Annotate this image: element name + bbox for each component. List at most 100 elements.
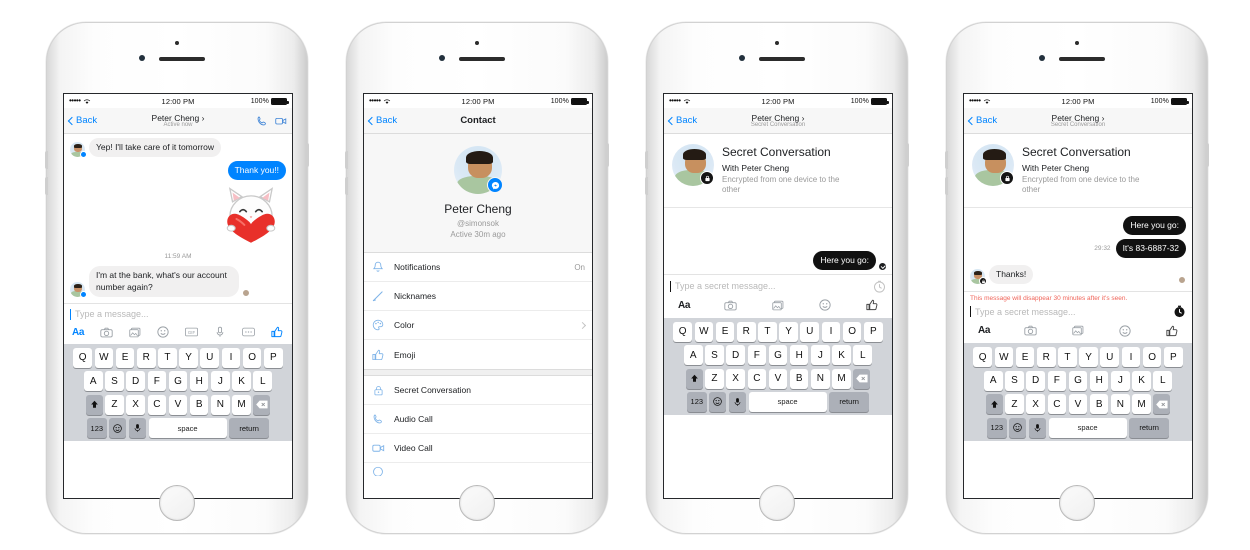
key-h[interactable]: H	[789, 345, 809, 366]
camera-icon[interactable]	[1024, 324, 1037, 337]
smiley-icon[interactable]	[818, 299, 831, 312]
key-j[interactable]: J	[1111, 370, 1130, 391]
message-input-placeholder[interactable]: Type a secret message...	[975, 307, 1169, 317]
camera-icon[interactable]	[724, 299, 737, 312]
key-s[interactable]: S	[1005, 370, 1024, 391]
timer-icon[interactable]	[873, 280, 886, 293]
back-button[interactable]: Back	[367, 115, 397, 126]
key-e[interactable]: E	[715, 321, 735, 342]
volume-up-button[interactable]	[645, 151, 648, 169]
key-a[interactable]: A	[683, 345, 703, 366]
key-p[interactable]: P	[864, 321, 883, 342]
dictation-key-icon[interactable]	[1029, 417, 1046, 438]
key-p[interactable]: P	[264, 347, 283, 368]
key-d[interactable]: D	[726, 345, 745, 366]
backspace-key[interactable]	[853, 368, 871, 389]
key-t[interactable]: T	[758, 321, 777, 342]
key-k[interactable]: K	[832, 345, 851, 366]
message-bubble[interactable]: Here you go:	[813, 250, 876, 270]
message-bubble[interactable]: Yep! I'll take care of it tomorrow	[89, 138, 221, 158]
numeric-key[interactable]: 123	[686, 391, 707, 412]
home-button[interactable]	[1059, 485, 1095, 521]
text-format-icon[interactable]: Aa	[978, 324, 990, 337]
key-i[interactable]: I	[1121, 347, 1141, 368]
menu-item-audio-call[interactable]: Audio Call	[364, 405, 592, 434]
key-u[interactable]: U	[1100, 347, 1120, 368]
key-i[interactable]: I	[821, 321, 841, 342]
photo-library-icon[interactable]	[128, 326, 141, 339]
key-i[interactable]: I	[221, 347, 241, 368]
text-format-icon[interactable]: Aa	[72, 326, 84, 339]
key-s[interactable]: S	[705, 345, 724, 366]
shift-key[interactable]	[985, 394, 1003, 415]
key-z[interactable]: Z	[1005, 394, 1024, 415]
thumbs-up-icon[interactable]	[271, 326, 284, 339]
key-x[interactable]: X	[1026, 394, 1045, 415]
message-input-placeholder[interactable]: Type a secret message...	[675, 281, 869, 291]
back-button[interactable]: Back	[967, 115, 997, 126]
microphone-icon[interactable]	[214, 326, 227, 339]
return-key[interactable]: return	[229, 418, 270, 439]
key-l[interactable]: L	[1153, 370, 1173, 391]
key-m[interactable]: M	[832, 368, 851, 389]
key-f[interactable]: F	[747, 345, 767, 366]
key-w[interactable]: W	[994, 347, 1014, 368]
key-j[interactable]: J	[211, 371, 230, 392]
key-w[interactable]: W	[694, 321, 714, 342]
backspace-key[interactable]	[1153, 394, 1171, 415]
key-c[interactable]: C	[147, 394, 167, 415]
key-a[interactable]: A	[83, 371, 103, 392]
avatar[interactable]	[454, 146, 503, 194]
key-r[interactable]: R	[1036, 347, 1056, 368]
power-button[interactable]	[906, 143, 909, 167]
smiley-icon[interactable]	[1118, 324, 1131, 337]
key-b[interactable]: B	[189, 394, 209, 415]
key-f[interactable]: F	[1047, 370, 1067, 391]
return-key[interactable]: return	[829, 391, 870, 412]
thumbs-up-icon[interactable]	[865, 299, 878, 312]
volume-up-button[interactable]	[945, 151, 948, 169]
message-input-row[interactable]: Type a secret message...	[964, 303, 1192, 322]
key-e[interactable]: E	[1015, 347, 1035, 368]
key-g[interactable]: G	[168, 371, 188, 392]
menu-item-partial[interactable]	[364, 463, 592, 477]
key-h[interactable]: H	[1089, 370, 1109, 391]
message-bubble[interactable]: I'm at the bank, what's our account numb…	[89, 266, 239, 297]
photo-library-icon[interactable]	[1071, 324, 1084, 337]
key-n[interactable]: N	[811, 368, 830, 389]
key-x[interactable]: X	[126, 394, 145, 415]
key-a[interactable]: A	[983, 370, 1003, 391]
thumbs-up-icon[interactable]	[1165, 324, 1178, 337]
key-c[interactable]: C	[1047, 394, 1067, 415]
key-o[interactable]: O	[242, 347, 262, 368]
space-key[interactable]: space	[148, 418, 227, 439]
key-n[interactable]: N	[1111, 394, 1130, 415]
key-g[interactable]: G	[768, 345, 788, 366]
menu-item-emoji[interactable]: Emoji	[364, 340, 592, 369]
camera-icon[interactable]	[100, 326, 113, 339]
key-k[interactable]: K	[232, 371, 251, 392]
volume-down-button[interactable]	[45, 177, 48, 195]
key-o[interactable]: O	[842, 321, 862, 342]
key-z[interactable]: Z	[705, 368, 724, 389]
key-v[interactable]: V	[168, 394, 188, 415]
dictation-key-icon[interactable]	[729, 391, 746, 412]
more-dots-icon[interactable]	[242, 326, 256, 339]
key-q[interactable]: Q	[673, 321, 692, 342]
key-v[interactable]: V	[768, 368, 788, 389]
key-j[interactable]: J	[811, 345, 830, 366]
menu-item-video-call[interactable]: Video Call	[364, 434, 592, 463]
key-d[interactable]: D	[1026, 370, 1045, 391]
return-key[interactable]: return	[1129, 417, 1170, 438]
key-v[interactable]: V	[1068, 394, 1088, 415]
message-bubble[interactable]: Here you go:	[1123, 215, 1186, 235]
space-key[interactable]: space	[1048, 417, 1127, 438]
volume-down-button[interactable]	[945, 177, 948, 195]
shift-key[interactable]	[685, 368, 703, 389]
key-l[interactable]: L	[253, 371, 273, 392]
conversation-title[interactable]: Peter Cheng ›	[664, 113, 892, 123]
message-bubble[interactable]: Thank you!!	[227, 161, 286, 181]
key-m[interactable]: M	[1132, 394, 1151, 415]
power-button[interactable]	[306, 143, 309, 167]
key-l[interactable]: L	[853, 345, 873, 366]
